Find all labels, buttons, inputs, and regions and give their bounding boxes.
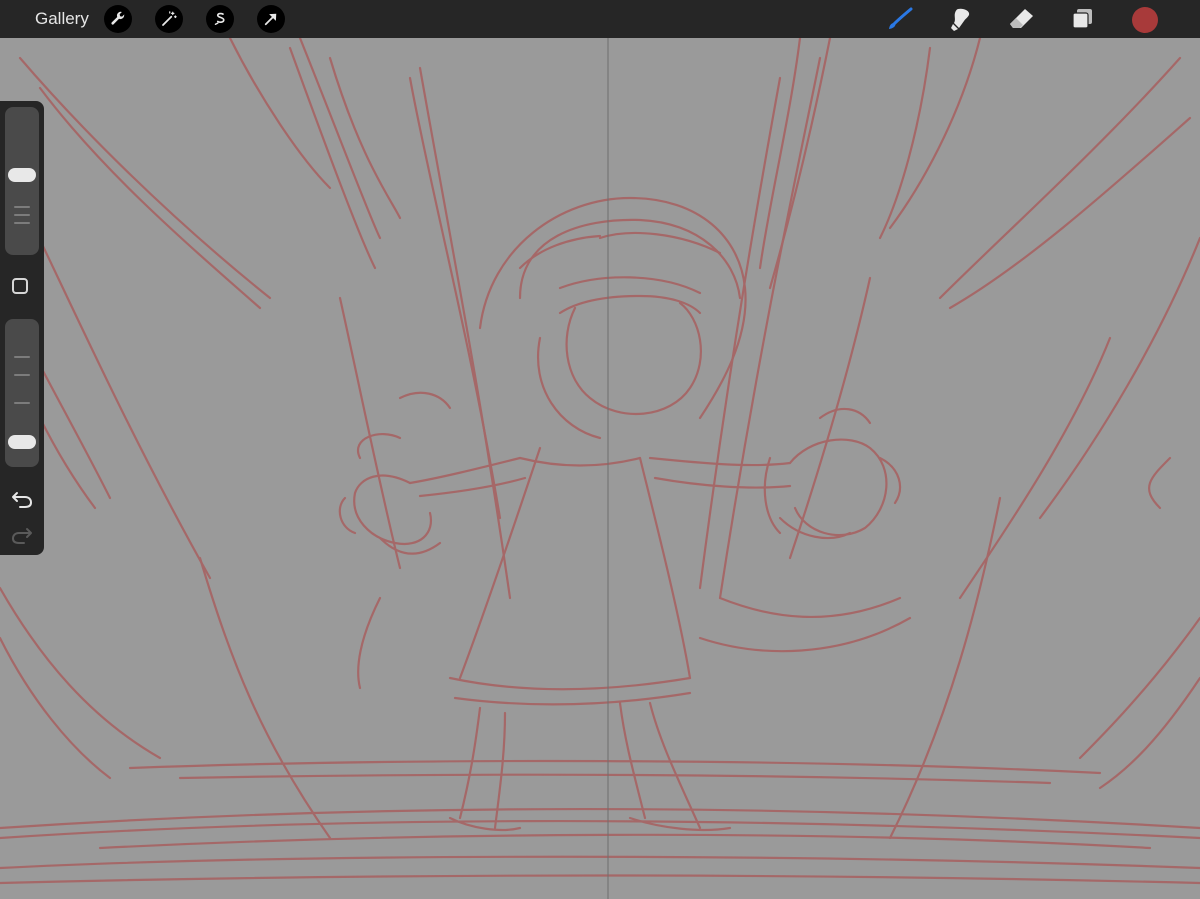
eraser-icon (1010, 9, 1033, 28)
color-picker-button[interactable] (1132, 7, 1158, 33)
brush-icon (889, 7, 913, 29)
slider-tick (14, 402, 30, 404)
slider-tick (14, 214, 30, 216)
layers-button[interactable] (1068, 5, 1098, 33)
smudge-tool-button[interactable] (945, 5, 975, 33)
gallery-button[interactable]: Gallery (35, 9, 89, 29)
transform-button[interactable] (257, 5, 285, 33)
brush-size-thumb[interactable] (8, 167, 36, 182)
opacity-thumb[interactable] (8, 434, 36, 449)
wrench-icon (111, 11, 125, 25)
opacity-slider[interactable] (5, 319, 39, 467)
redo-arrow-icon (12, 528, 32, 544)
brush-size-slider[interactable] (5, 107, 39, 255)
left-sidebar (0, 101, 44, 555)
adjustments-button[interactable] (155, 5, 183, 33)
redo-button[interactable] (10, 523, 34, 545)
magic-wand-icon (162, 11, 177, 26)
smudge-icon (951, 8, 970, 31)
slider-tick (14, 374, 30, 376)
selection-button[interactable] (206, 5, 234, 33)
paint-tool-button[interactable] (885, 5, 915, 33)
eraser-tool-button[interactable] (1007, 5, 1037, 33)
layers-icon (1072, 9, 1092, 29)
selection-s-icon (214, 12, 225, 25)
actions-button[interactable] (104, 5, 132, 33)
arrow-cursor-icon (264, 13, 277, 26)
slider-tick (14, 356, 30, 358)
undo-arrow-icon (12, 492, 32, 508)
modify-button[interactable] (12, 278, 28, 294)
slider-tick (14, 222, 30, 224)
undo-button[interactable] (10, 487, 34, 509)
slider-tick (14, 206, 30, 208)
drawing-canvas[interactable] (0, 38, 1200, 899)
top-toolbar: Gallery (0, 0, 1200, 38)
